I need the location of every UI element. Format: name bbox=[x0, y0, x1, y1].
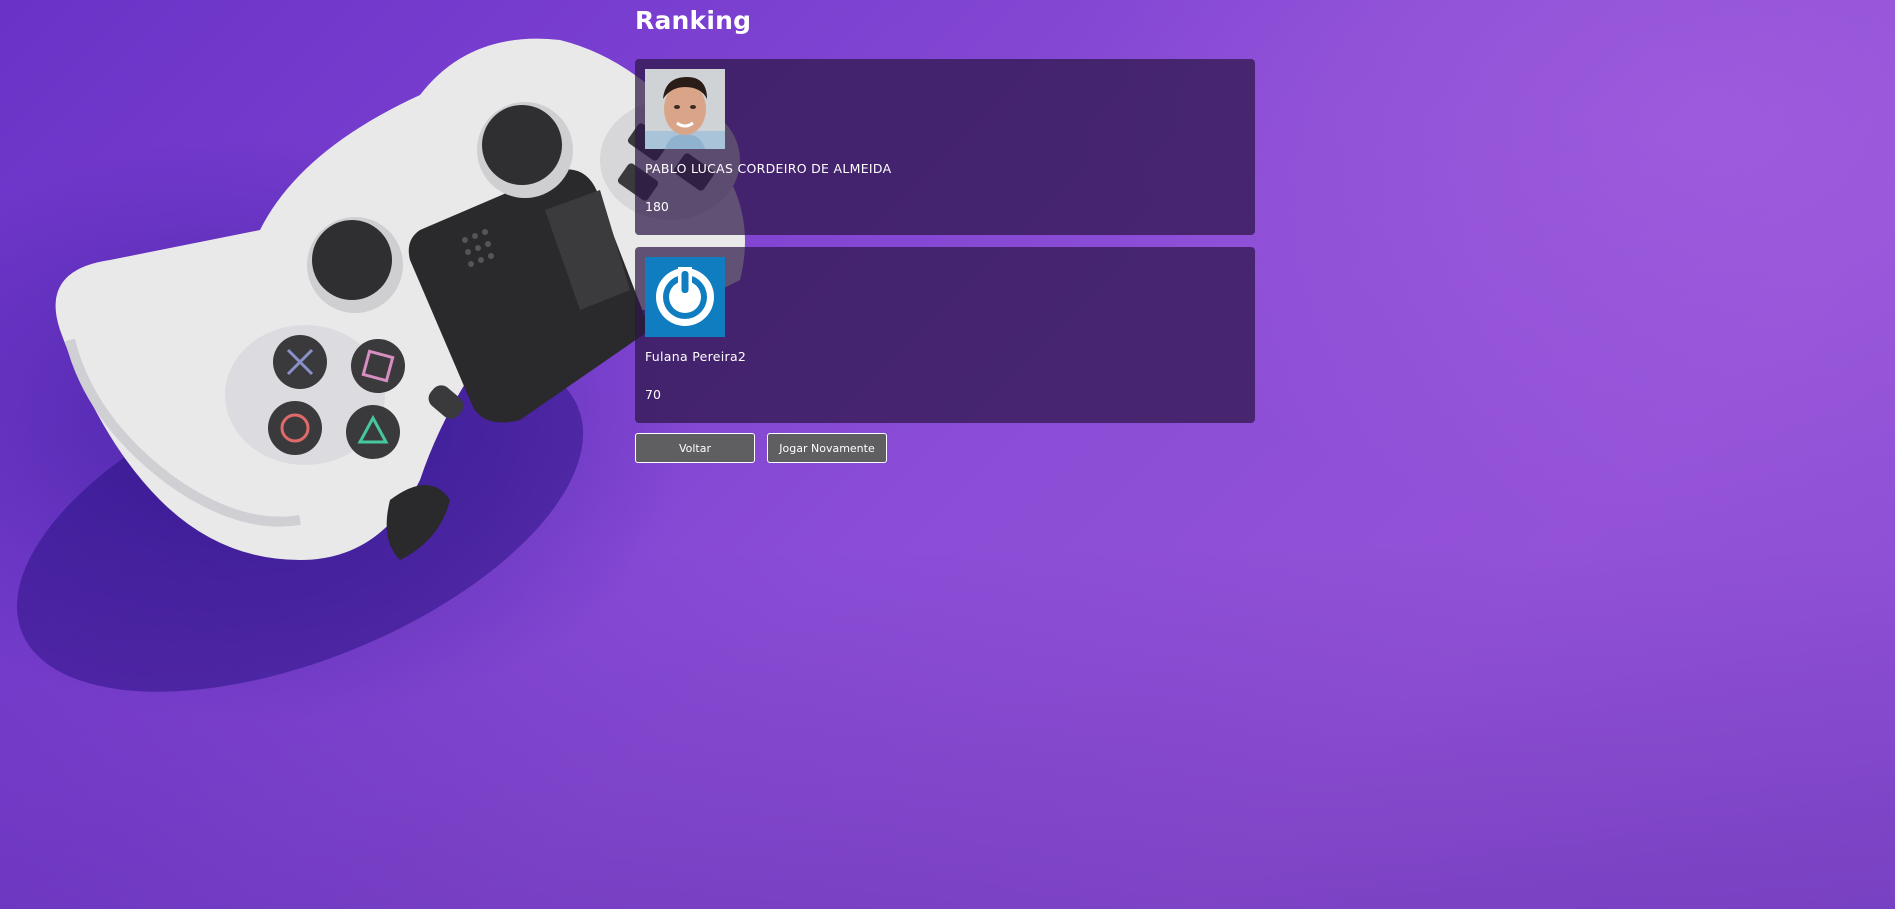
player-score: 180 bbox=[645, 199, 669, 214]
player-score: 70 bbox=[645, 387, 661, 402]
action-buttons: Voltar Jogar Novamente bbox=[635, 433, 1255, 463]
ranking-list: PABLO LUCAS CORDEIRO DE ALMEIDA 180 Fula… bbox=[635, 59, 1255, 423]
player-avatar-photo bbox=[645, 69, 725, 149]
ranking-panel: Ranking PABLO LUCAS CORDEIRO DE ALMEIDA … bbox=[635, 0, 1255, 463]
player-name: PABLO LUCAS CORDEIRO DE ALMEIDA bbox=[645, 161, 892, 176]
player-name: Fulana Pereira2 bbox=[645, 349, 747, 364]
play-again-button[interactable]: Jogar Novamente bbox=[767, 433, 887, 463]
page-title: Ranking bbox=[635, 6, 752, 35]
power-icon bbox=[645, 257, 725, 337]
ranking-card: Fulana Pereira2 70 bbox=[635, 247, 1255, 423]
ranking-card: PABLO LUCAS CORDEIRO DE ALMEIDA 180 bbox=[635, 59, 1255, 235]
back-button[interactable]: Voltar bbox=[635, 433, 755, 463]
